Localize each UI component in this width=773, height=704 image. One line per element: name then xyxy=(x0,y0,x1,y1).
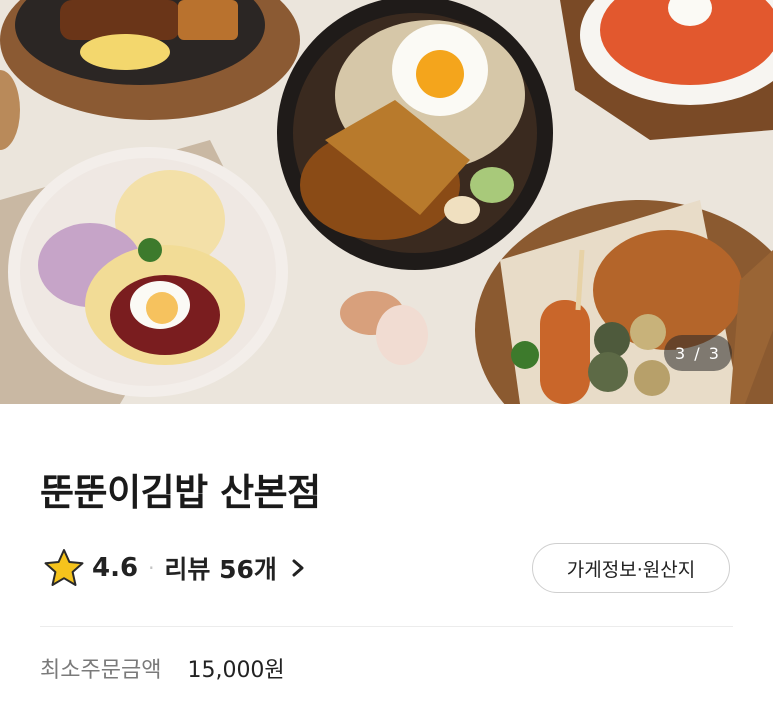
hero-image-carousel[interactable]: 3 / 3 xyxy=(0,0,773,404)
min-order-label: 최소주문금액 xyxy=(40,658,162,683)
divider xyxy=(40,626,733,627)
chevron-right-icon xyxy=(292,559,304,577)
image-counter-badge: 3 / 3 xyxy=(664,335,732,371)
rating-separator: · xyxy=(148,556,155,580)
food-photo xyxy=(0,0,773,404)
review-count-label: 리뷰 56개 xyxy=(164,555,277,584)
image-counter-text: 3 / 3 xyxy=(675,343,721,363)
star-icon xyxy=(44,549,84,586)
review-link[interactable]: 리뷰 56개 xyxy=(164,550,305,586)
store-info-origin-button[interactable]: 가게정보·원산지 xyxy=(532,543,730,593)
rating-score: 4.6 xyxy=(92,553,139,583)
store-name: 뚠뚠이김밥 산본점 xyxy=(40,471,321,514)
min-order-row: 최소주문금액 15,000원 xyxy=(40,652,285,684)
min-order-value: 15,000원 xyxy=(187,658,285,683)
rating-row: 4.6 · 리뷰 56개 xyxy=(44,546,305,590)
store-info-origin-label: 가게정보·원산지 xyxy=(566,558,696,581)
